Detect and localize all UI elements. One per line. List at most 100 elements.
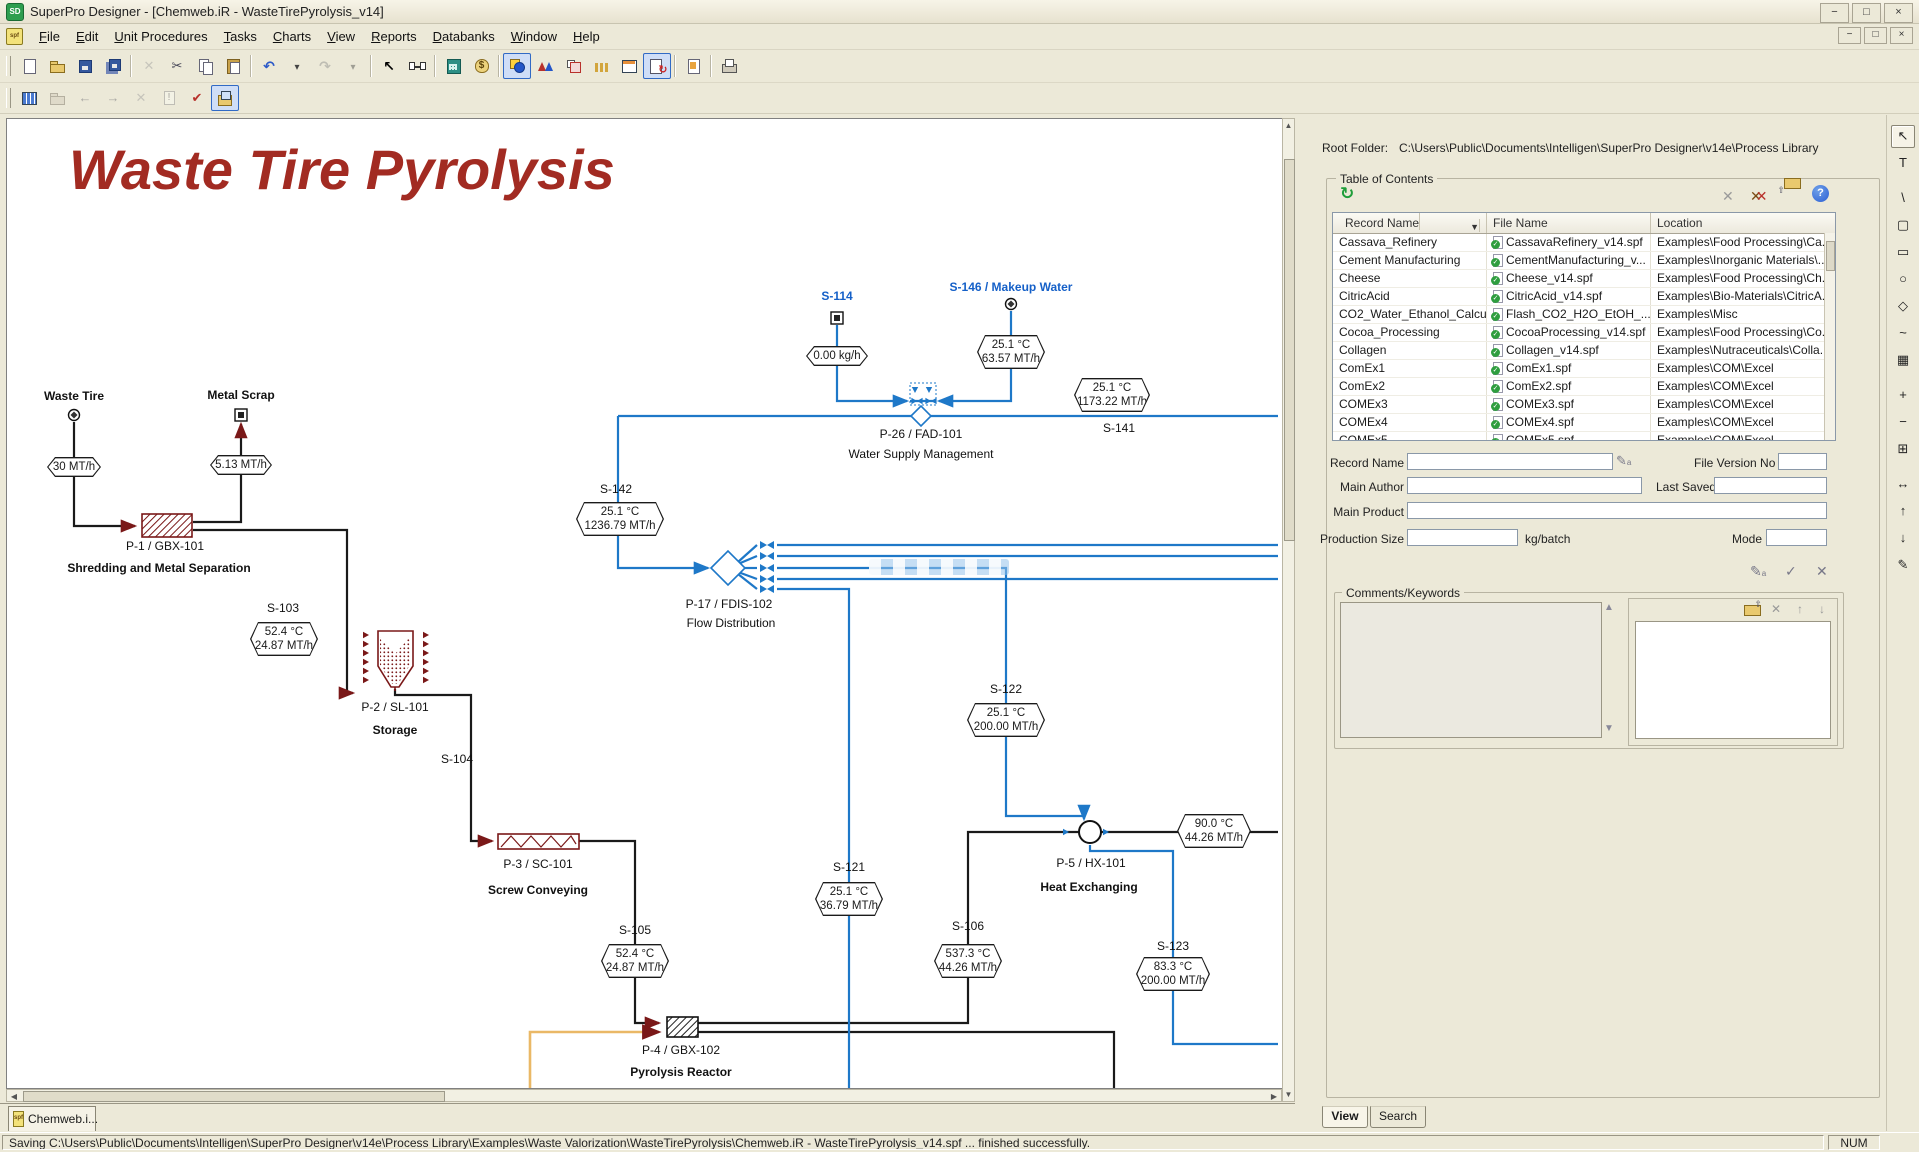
rename-icon[interactable]: ✎a	[1616, 453, 1631, 469]
stream-tag-s146[interactable]: 25.1 °C63.57 MT/h	[977, 335, 1045, 369]
stream-tag-s123[interactable]: 83.3 °C200.00 MT/h	[1136, 957, 1210, 991]
line-tool[interactable]: \	[1891, 187, 1915, 210]
validate-record-button[interactable]	[183, 85, 211, 111]
flowsheet-summary-table-button[interactable]	[15, 85, 43, 111]
paste-button[interactable]	[219, 53, 247, 79]
label-s146[interactable]: S-146 / Makeup Water	[950, 280, 1073, 294]
child-restore-button[interactable]: □	[1864, 27, 1887, 44]
stream-tag-s103[interactable]: 52.4 °C24.87 MT/h	[250, 622, 318, 656]
table-scrollbar[interactable]	[1824, 233, 1835, 440]
label-p3-id[interactable]: P-3 / SC-101	[503, 857, 572, 871]
label-s122[interactable]: S-122	[990, 682, 1022, 696]
minimize-button[interactable]: −	[1820, 3, 1849, 23]
label-p2-name[interactable]: Storage	[373, 723, 418, 737]
edit-record-icon[interactable]: ✎a	[1750, 563, 1766, 580]
select-mode-button[interactable]	[375, 53, 403, 79]
comments-scroll-down-icon[interactable]: ▼	[1604, 723, 1614, 734]
ellipse-tool[interactable]: ○	[1891, 268, 1915, 291]
add-to-library-button[interactable]	[43, 85, 71, 111]
mode-field[interactable]	[1766, 529, 1827, 546]
menu-tasks[interactable]: Tasks	[216, 26, 265, 47]
library-table[interactable]: Record Name▼ File Name Location Cassava_…	[1332, 212, 1836, 441]
document-tab[interactable]: spf Chemweb.i...	[8, 1106, 96, 1131]
sort-icon[interactable]: ▼	[1464, 219, 1480, 232]
text-tool[interactable]: T	[1891, 152, 1915, 175]
close-button[interactable]: ×	[1884, 3, 1913, 23]
keyword-new-icon[interactable]	[1744, 603, 1761, 616]
toolbar-grip[interactable]	[6, 56, 11, 76]
save-file-button[interactable]	[71, 53, 99, 79]
rectangle-tool[interactable]: ▭	[1891, 241, 1915, 264]
stream-tag-s121[interactable]: 25.1 °C36.79 MT/h	[815, 882, 883, 916]
pure-components-button[interactable]	[531, 53, 559, 79]
accept-icon[interactable]: ✓	[1785, 563, 1797, 580]
menu-view[interactable]: View	[319, 26, 363, 47]
table-row[interactable]: COMEx4COMEx4.spfExamples\COM\Excel	[1333, 414, 1835, 432]
toggle-process-library-panel-button[interactable]	[211, 85, 239, 111]
stream-tag-s105[interactable]: 52.4 °C24.87 MT/h	[601, 944, 669, 978]
fit-to-window-tool[interactable]: ⊞	[1891, 438, 1915, 461]
table-row[interactable]: Cement ManufacturingCementManufacturing_…	[1333, 252, 1835, 270]
unit-procedure-palette-button[interactable]	[503, 53, 531, 79]
label-p26-name[interactable]: Water Supply Management	[849, 447, 994, 461]
label-p2-id[interactable]: P-2 / SL-101	[361, 700, 428, 714]
mass-energy-balances-button[interactable]	[439, 53, 467, 79]
stream-tag-metal-scrap[interactable]: 5.13 MT/h	[210, 455, 272, 475]
new-flowsheet-button[interactable]	[15, 53, 43, 79]
label-s114[interactable]: S-114	[821, 289, 852, 303]
label-p1-id[interactable]: P-1 / GBX-101	[126, 539, 204, 553]
select-tool[interactable]: ↖	[1891, 125, 1915, 148]
stream-summary-table-button[interactable]	[615, 53, 643, 79]
stream-tag-s114[interactable]: 0.00 kg/h	[806, 346, 868, 366]
stream-tag-s141[interactable]: 25.1 °C1173.22 MT/h	[1074, 378, 1150, 412]
child-close-button[interactable]: ×	[1890, 27, 1913, 44]
label-metal-scrap[interactable]: Metal Scrap	[207, 388, 274, 402]
canvas-horizontal-scrollbar[interactable]: ◀▶	[6, 1089, 1282, 1102]
keyword-delete-icon[interactable]: ✕	[1771, 602, 1781, 616]
rounded-rectangle-tool[interactable]: ▢	[1891, 214, 1915, 237]
connect-mode-button[interactable]	[403, 53, 431, 79]
undo-button[interactable]	[255, 53, 283, 79]
table-row[interactable]: CO2_Water_Ethanol_Calcula...Flash_CO2_H2…	[1333, 306, 1835, 324]
remove-record-button[interactable]	[127, 85, 155, 111]
comments-scroll-up-icon[interactable]: ▲	[1604, 602, 1614, 613]
menu-edit[interactable]: Edit	[68, 26, 106, 47]
library-table-header[interactable]: Record Name▼ File Name Location	[1333, 213, 1835, 234]
source-s114-icon[interactable]	[831, 312, 843, 324]
stream-tag-hx-out[interactable]: 90.0 °C44.26 MT/h	[1177, 814, 1251, 848]
toolbar-grip[interactable]	[6, 88, 11, 108]
production-size-field[interactable]	[1407, 529, 1518, 546]
label-s104[interactable]: S-104	[441, 752, 473, 766]
solve-recalculate-button[interactable]	[643, 53, 671, 79]
refresh-icon[interactable]: ↻	[1340, 185, 1354, 203]
label-p3-name[interactable]: Screw Conveying	[488, 883, 588, 897]
menu-reports[interactable]: Reports	[363, 26, 425, 47]
pencil-tool[interactable]: ✎	[1891, 554, 1915, 577]
help-icon[interactable]: ?	[1812, 185, 1829, 202]
stream-tag-s122[interactable]: 25.1 °C200.00 MT/h	[967, 703, 1045, 737]
stream-tag-s142[interactable]: 25.1 °C1236.79 MT/h	[576, 502, 664, 536]
table-row[interactable]: CollagenCollagen_v14.spfExamples\Nutrace…	[1333, 342, 1835, 360]
file-version-field[interactable]	[1778, 453, 1827, 470]
source-s146-icon[interactable]	[1006, 299, 1017, 310]
delete-all-icon[interactable]: ✕✕	[1750, 187, 1767, 205]
canvas-vertical-scrollbar[interactable]: ▲▼	[1282, 118, 1295, 1102]
record-info-button[interactable]	[155, 85, 183, 111]
picture-tool[interactable]: ▦	[1891, 349, 1915, 372]
equipment-sc101[interactable]	[498, 834, 579, 849]
menu-help[interactable]: Help	[565, 26, 608, 47]
equipment-data-button[interactable]	[587, 53, 615, 79]
main-product-field[interactable]	[1407, 502, 1827, 519]
table-row[interactable]: ComEx1ComEx1.spfExamples\COM\Excel	[1333, 360, 1835, 378]
menu-databanks[interactable]: Databanks	[425, 26, 503, 47]
menu-window[interactable]: Window	[503, 26, 565, 47]
copy-button[interactable]	[191, 53, 219, 79]
scale-up-button[interactable]	[559, 53, 587, 79]
menu-charts[interactable]: Charts	[265, 26, 319, 47]
zoom-in-tool[interactable]: +	[1891, 384, 1915, 407]
pan-tool[interactable]: ↔	[1891, 473, 1915, 496]
keyword-up-icon[interactable]: ↑	[1797, 602, 1803, 616]
table-row[interactable]: ComEx2ComEx2.spfExamples\COM\Excel	[1333, 378, 1835, 396]
economic-calculations-button[interactable]	[467, 53, 495, 79]
delete-button[interactable]	[135, 53, 163, 79]
